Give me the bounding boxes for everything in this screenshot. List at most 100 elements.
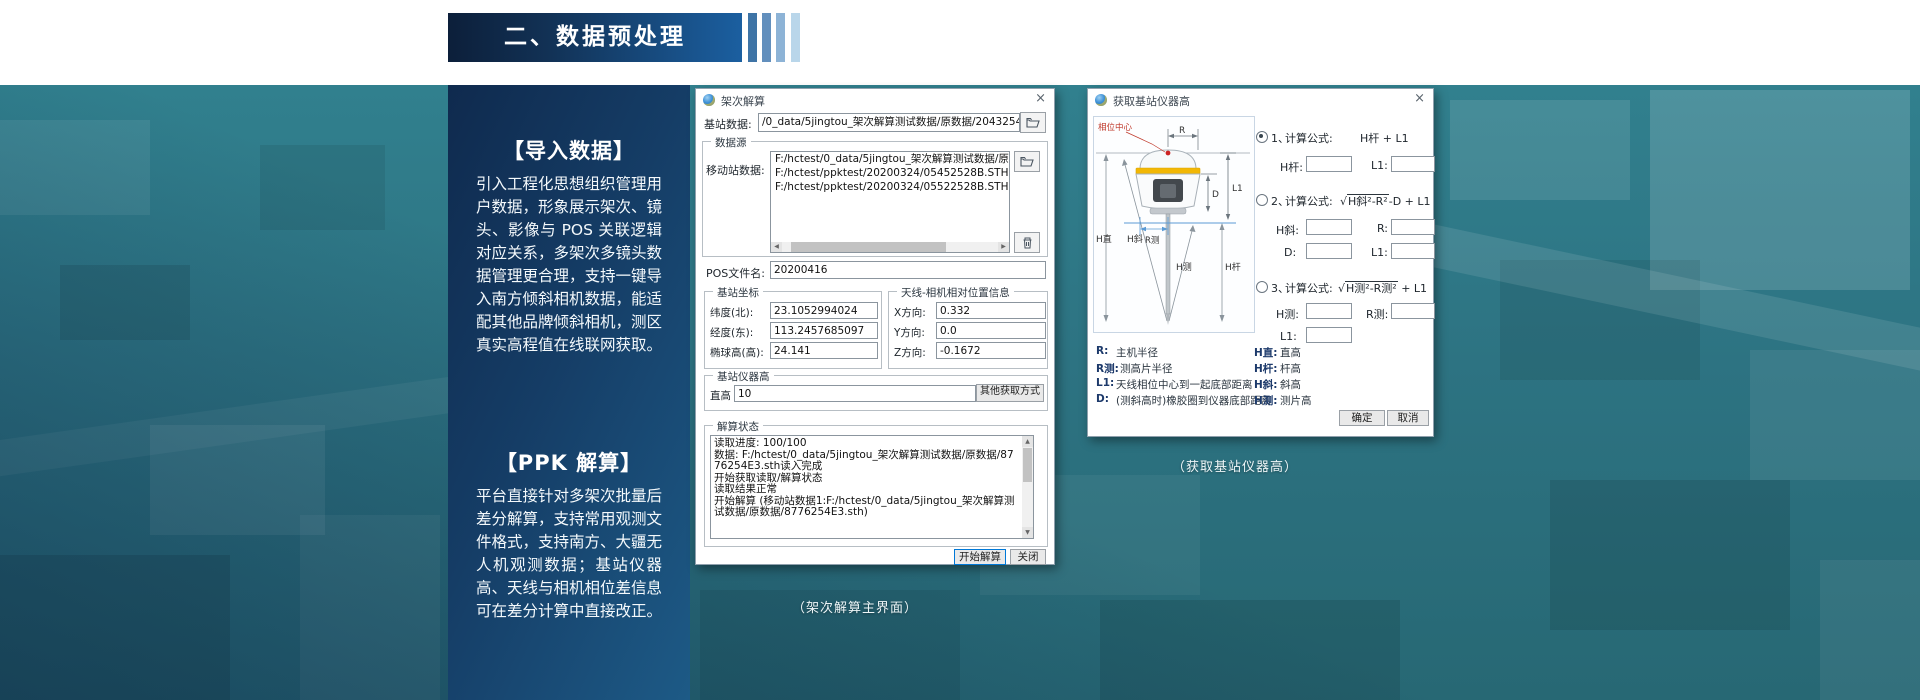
- legend-key: H测:: [1254, 393, 1278, 408]
- option-2-label: 计算公式:: [1285, 193, 1333, 209]
- folder-icon: [1026, 117, 1040, 128]
- y-offset-input[interactable]: 0.0: [936, 322, 1046, 339]
- l1-input-2[interactable]: [1391, 243, 1435, 259]
- data-source-group-title: 数据源: [711, 135, 751, 150]
- banner-stripe: [791, 13, 800, 62]
- latitude-input[interactable]: 23.1052994024: [770, 302, 878, 319]
- field-label: H测:: [1276, 306, 1299, 322]
- hxie-label: H斜: [1127, 233, 1143, 245]
- ok-button[interactable]: 确定: [1339, 410, 1385, 426]
- legend-key: H杆:: [1254, 361, 1278, 376]
- horizontal-scrollbar[interactable]: ◀ ▶: [771, 242, 1009, 252]
- option-1-label: 计算公式:: [1285, 130, 1333, 146]
- legend-key: R:: [1096, 345, 1108, 357]
- close-icon[interactable]: ×: [1414, 92, 1425, 106]
- option-1-formula: H杆 + L1: [1360, 130, 1409, 146]
- legend-value: 测片高: [1280, 393, 1312, 408]
- browse-rover-button[interactable]: [1014, 151, 1040, 172]
- ellipsoid-height-label: 椭球高(高):: [710, 345, 764, 360]
- vertical-height-label: 直高: [710, 388, 731, 403]
- trash-icon: [1022, 237, 1033, 249]
- option-3-label: 计算公式:: [1285, 280, 1333, 296]
- field-label: L1:: [1280, 330, 1297, 343]
- field-label: L1:: [1371, 159, 1388, 172]
- sidebar-paragraph-import: 引入工程化思想组织管理用户数据，形象展示架次、镜头、影像与 POS 关联逻辑对应…: [476, 173, 662, 357]
- hxie-input[interactable]: [1306, 219, 1352, 235]
- option-2-formula: √H斜²-R²-D + L1: [1340, 193, 1431, 209]
- latitude-label: 纬度(北):: [710, 305, 753, 320]
- longitude-input[interactable]: 113.2457685097: [770, 322, 878, 339]
- hzhi-label: H直: [1096, 233, 1112, 245]
- field-label: D:: [1284, 246, 1296, 259]
- l1-label: L1: [1232, 184, 1243, 194]
- other-method-button[interactable]: 其他获取方式: [976, 384, 1044, 402]
- list-item[interactable]: F:/hctest/ppktest/20200324/05522528B.STH: [771, 180, 1009, 194]
- scroll-left-arrow-icon[interactable]: ◀: [771, 242, 782, 252]
- legend-value: 杆高: [1280, 361, 1301, 376]
- radio-option-3[interactable]: [1256, 281, 1268, 293]
- rce-input[interactable]: [1391, 303, 1435, 319]
- scroll-thumb[interactable]: [791, 242, 947, 252]
- building-block: [1550, 480, 1790, 630]
- z-offset-input[interactable]: -0.1672: [936, 342, 1046, 359]
- rce-label: R测: [1145, 236, 1159, 246]
- close-button[interactable]: 关闭: [1010, 549, 1046, 565]
- legend-key: R测:: [1096, 361, 1119, 376]
- browse-base-button[interactable]: [1020, 112, 1046, 133]
- app-icon: [703, 94, 715, 106]
- page-title: 二、数据预处理: [504, 24, 686, 50]
- list-item[interactable]: F:/hctest/0_data/5jingtou_架次解算测试数据/原数据/8…: [771, 152, 1009, 166]
- hgan-input[interactable]: [1306, 156, 1352, 172]
- radio-option-1[interactable]: [1256, 131, 1268, 143]
- dialog-title: 获取基站仪器高: [1113, 93, 1190, 109]
- rover-file-list[interactable]: F:/hctest/0_data/5jingtou_架次解算测试数据/原数据/8…: [770, 151, 1010, 253]
- scroll-right-arrow-icon[interactable]: ▶: [998, 242, 1009, 252]
- pos-filename-input[interactable]: 20200416: [770, 261, 1046, 279]
- scroll-up-arrow-icon[interactable]: ▲: [1022, 436, 1033, 447]
- phase-center-label: 相位中心: [1098, 122, 1133, 133]
- receiver-diagram: 相位中心 R D L1 R测 H直 H斜 H测 H杆: [1093, 116, 1255, 333]
- status-line: 开始解算 (移动站数据1:F:/hctest/0_data/5jingtou_架…: [714, 496, 1018, 519]
- list-item[interactable]: F:/hctest/ppktest/20200324/05452528B.STH: [771, 166, 1009, 180]
- cancel-button[interactable]: 取消: [1387, 410, 1429, 426]
- d-label: D: [1212, 190, 1219, 200]
- antenna-offset-group-title: 天线-相机相对位置信息: [897, 285, 1014, 300]
- legend-key: H斜:: [1254, 377, 1278, 392]
- legend-value: 测高片半径: [1120, 361, 1173, 376]
- dialog-title: 架次解算: [721, 93, 765, 109]
- solve-status-group-title: 解算状态: [713, 419, 763, 434]
- building-block: [1820, 560, 1920, 700]
- scroll-thumb[interactable]: [1023, 448, 1032, 482]
- base-station-input[interactable]: /0_data/5jingtou_架次解算测试数据/原数据/2043254EF.…: [758, 113, 1020, 132]
- status-line: 读取进度: 100/100: [714, 438, 1018, 450]
- r-label: R: [1179, 126, 1185, 136]
- x-offset-input[interactable]: 0.332: [936, 302, 1046, 319]
- field-label: L1:: [1371, 246, 1388, 259]
- pos-filename-label: POS文件名:: [706, 265, 765, 281]
- status-line: 数据: F:/hctest/0_data/5jingtou_架次解算测试数据/原…: [714, 450, 1018, 473]
- r-input[interactable]: [1391, 219, 1435, 235]
- ellipsoid-height-input[interactable]: 24.141: [770, 342, 878, 359]
- vertical-height-input[interactable]: 10: [734, 385, 976, 402]
- vertical-scrollbar[interactable]: ▲ ▼: [1022, 436, 1033, 538]
- radio-option-2[interactable]: [1256, 194, 1268, 206]
- start-solve-button[interactable]: 开始解算: [954, 549, 1006, 565]
- l1-input-1[interactable]: [1391, 156, 1435, 172]
- sidebar-heading-ppk: 【PPK 解算】: [448, 447, 690, 477]
- building-block: [150, 425, 325, 535]
- banner-stripe: [748, 13, 757, 62]
- l1-input-3[interactable]: [1306, 327, 1352, 343]
- scroll-down-arrow-icon[interactable]: ▼: [1022, 527, 1033, 538]
- banner-stripe: [776, 13, 785, 62]
- delete-file-button[interactable]: [1014, 232, 1040, 253]
- status-log-box[interactable]: 读取进度: 100/100 数据: F:/hctest/0_data/5jing…: [710, 435, 1034, 539]
- base-station-label: 基站数据:: [704, 116, 752, 132]
- close-icon[interactable]: ×: [1035, 92, 1046, 106]
- hce-input[interactable]: [1306, 303, 1352, 319]
- status-line: 读取结果正常: [714, 484, 1018, 496]
- building-block: [0, 120, 150, 215]
- d-input[interactable]: [1306, 243, 1352, 259]
- instrument-height-group-title: 基站仪器高: [713, 369, 774, 384]
- legend-key: H直:: [1254, 345, 1278, 360]
- legend-key: D:: [1096, 393, 1109, 405]
